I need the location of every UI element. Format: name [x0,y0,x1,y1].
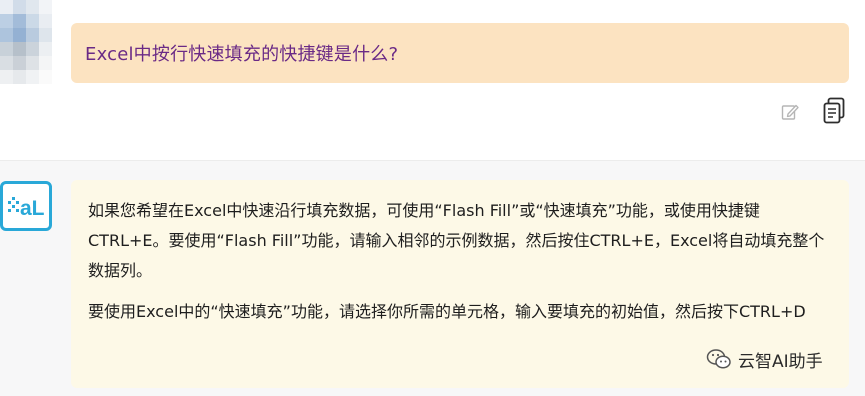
edit-icon[interactable] [780,102,800,122]
assistant-paragraph: 要使用Excel中的“快速填充”功能，请选择你所需的单元格，输入要填充的初始值，… [88,302,806,321]
copy-icon[interactable] [822,97,846,125]
user-avatar [0,0,52,84]
user-message-text: Excel中按行快速填充的快捷键是什么? [85,44,399,65]
wechat-icon [706,349,731,369]
ai-avatar-logo: aL [0,181,52,231]
user-message-bubble: Excel中按行快速填充的快捷键是什么? [71,23,849,83]
svg-text:aL: aL [20,197,45,220]
wechat-watermark: 云智AI助手 [706,346,823,372]
watermark-text: 云智AI助手 [738,351,823,372]
assistant-paragraph: 如果您希望在Excel中快速沿行填充数据，可使用“Flash Fill”或“快速… [88,201,825,280]
